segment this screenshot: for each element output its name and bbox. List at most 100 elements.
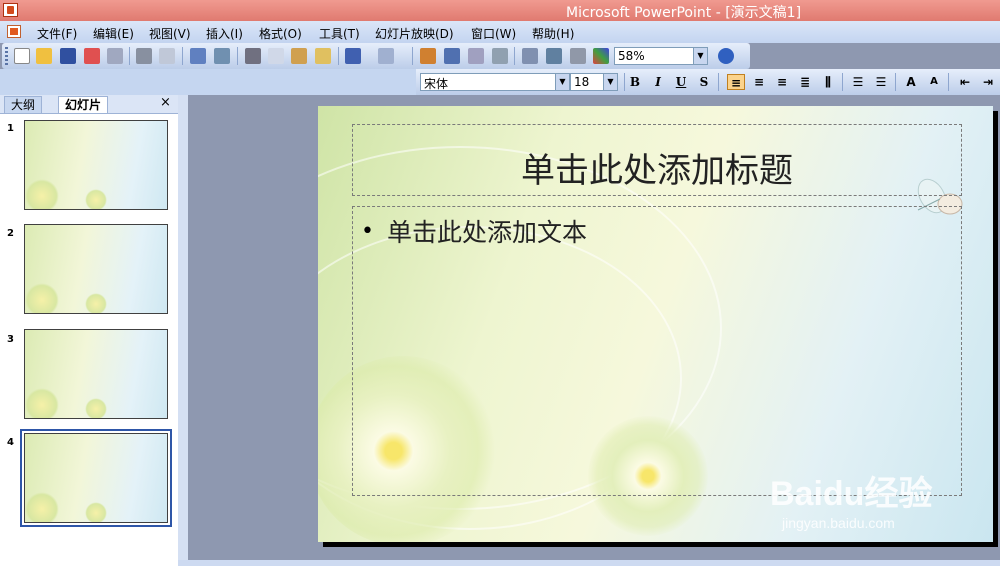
insert-table-icon[interactable] — [444, 48, 460, 64]
align-center-button[interactable]: ≡ — [750, 74, 768, 90]
bold-button[interactable]: B — [626, 74, 644, 90]
permission-icon[interactable] — [84, 48, 100, 64]
cut-icon[interactable] — [245, 48, 261, 64]
slide-number: 3 — [7, 334, 14, 345]
align-left-button[interactable]: ≡ — [727, 74, 745, 90]
distribute-button[interactable]: ⫼ — [819, 74, 837, 90]
shadow-button[interactable]: S — [695, 74, 713, 90]
status-bar — [178, 560, 1000, 566]
menu-edit[interactable]: 编辑(E) — [93, 25, 134, 42]
email-icon[interactable] — [107, 48, 123, 64]
undo-icon[interactable] — [345, 48, 361, 64]
separator — [237, 47, 238, 65]
font-select[interactable]: 宋体 ▼ — [420, 73, 570, 91]
baidu-watermark: Baidu经验 jingyan.baidu.com — [770, 458, 970, 538]
toolbar-grip[interactable] — [5, 47, 8, 65]
menu-tools[interactable]: 工具(T) — [319, 25, 360, 42]
flower-decoration — [25, 179, 59, 209]
font-size-value: 18 — [574, 75, 590, 89]
menu-insert[interactable]: 插入(I) — [206, 25, 243, 42]
close-panel-icon[interactable]: × — [160, 95, 171, 110]
decrease-font-size-icon[interactable]: A — [925, 74, 943, 90]
toolbar-background — [0, 69, 416, 95]
panel-splitter[interactable] — [178, 95, 188, 566]
format-painter-icon[interactable] — [315, 48, 331, 64]
zoom-select[interactable]: 58% ▼ — [614, 47, 708, 65]
bullet-icon: • — [361, 219, 374, 244]
powerpoint-app-icon[interactable] — [3, 3, 18, 17]
save-icon[interactable] — [60, 48, 76, 64]
menu-bar: 文件(F) 编辑(E) 视图(V) 插入(I) 格式(O) 工具(T) 幻灯片放… — [0, 21, 1000, 43]
increase-font-size-icon[interactable]: A — [902, 74, 920, 90]
menu-file[interactable]: 文件(F) — [37, 25, 77, 42]
chevron-down-icon[interactable]: ▼ — [555, 74, 569, 90]
align-right-button[interactable]: ≡ — [773, 74, 791, 90]
open-folder-icon[interactable] — [36, 48, 52, 64]
body-placeholder-text: 单击此处添加文本 — [387, 218, 588, 247]
flower-decoration — [25, 283, 59, 313]
chevron-down-icon[interactable]: ▼ — [693, 48, 707, 64]
redo-icon[interactable] — [378, 48, 394, 64]
copy-icon[interactable] — [268, 48, 284, 64]
slides-panel: 大纲 幻灯片 × 1 2 3 4 — [0, 95, 178, 566]
separator — [948, 73, 949, 91]
insert-hyperlink-icon[interactable] — [492, 48, 508, 64]
color-grayscale-icon[interactable] — [593, 48, 609, 64]
underline-button[interactable]: U — [672, 74, 690, 90]
tab-slides[interactable]: 幻灯片 — [58, 96, 109, 113]
tab-outline[interactable]: 大纲 — [4, 96, 43, 113]
body-placeholder[interactable]: • 单击此处添加文本 — [352, 206, 962, 496]
title-bar: Microsoft PowerPoint - [演示文稿1] — [0, 0, 1000, 21]
numbering-icon[interactable]: ☰ — [849, 74, 867, 90]
print-icon[interactable] — [136, 48, 152, 64]
spelling-icon[interactable] — [190, 48, 206, 64]
flower-decoration — [25, 388, 59, 418]
show-grid-icon[interactable] — [570, 48, 586, 64]
flower-decoration — [85, 189, 107, 209]
new-document-icon[interactable] — [14, 48, 30, 64]
title-placeholder[interactable]: 单击此处添加标题 — [352, 124, 962, 196]
menu-format[interactable]: 格式(O) — [259, 25, 302, 42]
watermark-brand: Baidu经验 — [770, 475, 933, 513]
decrease-indent-icon[interactable]: ⇤ — [956, 74, 974, 90]
increase-indent-icon[interactable]: ⇥ — [979, 74, 997, 90]
menu-slideshow[interactable]: 幻灯片放映(D) — [375, 25, 454, 42]
help-icon[interactable] — [718, 48, 734, 64]
separator — [842, 73, 843, 91]
tables-borders-icon[interactable] — [468, 48, 484, 64]
research-icon[interactable] — [214, 48, 230, 64]
justify-button[interactable]: ≣ — [796, 74, 814, 90]
slide-thumbnail-4[interactable] — [20, 429, 172, 527]
print-preview-icon[interactable] — [159, 48, 175, 64]
insert-chart-icon[interactable] — [420, 48, 436, 64]
separator — [338, 47, 339, 65]
show-formatting-icon[interactable] — [546, 48, 562, 64]
document-icon[interactable] — [7, 25, 21, 38]
slide-thumbnail-1[interactable] — [24, 120, 168, 210]
font-value: 宋体 — [424, 77, 449, 91]
font-size-select[interactable]: 18 ▼ — [570, 73, 618, 91]
zoom-value: 58% — [618, 49, 645, 63]
separator — [624, 73, 625, 91]
flower-decoration — [25, 492, 59, 522]
italic-button[interactable]: I — [649, 74, 667, 90]
bullets-icon[interactable]: ☰ — [872, 74, 890, 90]
slide-thumbnail-2[interactable] — [24, 224, 168, 314]
chevron-down-icon[interactable]: ▼ — [603, 74, 617, 90]
flower-decoration — [85, 293, 107, 313]
separator — [514, 47, 515, 65]
slide-number: 4 — [7, 437, 14, 448]
slide-thumbnail-3[interactable] — [24, 329, 168, 419]
menu-window[interactable]: 窗口(W) — [471, 25, 516, 42]
menu-help[interactable]: 帮助(H) — [532, 25, 574, 42]
separator — [895, 73, 896, 91]
paste-icon[interactable] — [291, 48, 307, 64]
expand-all-icon[interactable] — [522, 48, 538, 64]
formatting-toolbar: 宋体 ▼ 18 ▼ B I U S ≡ ≡ ≡ ≣ ⫼ ☰ ☰ A A ⇤ ⇥ — [416, 69, 1000, 95]
window-title: Microsoft PowerPoint - [演示文稿1] — [566, 5, 802, 21]
menu-view[interactable]: 视图(V) — [149, 25, 191, 42]
separator — [718, 73, 719, 91]
separator — [182, 47, 183, 65]
title-placeholder-text: 单击此处添加标题 — [521, 151, 793, 191]
flower-decoration — [85, 502, 107, 522]
